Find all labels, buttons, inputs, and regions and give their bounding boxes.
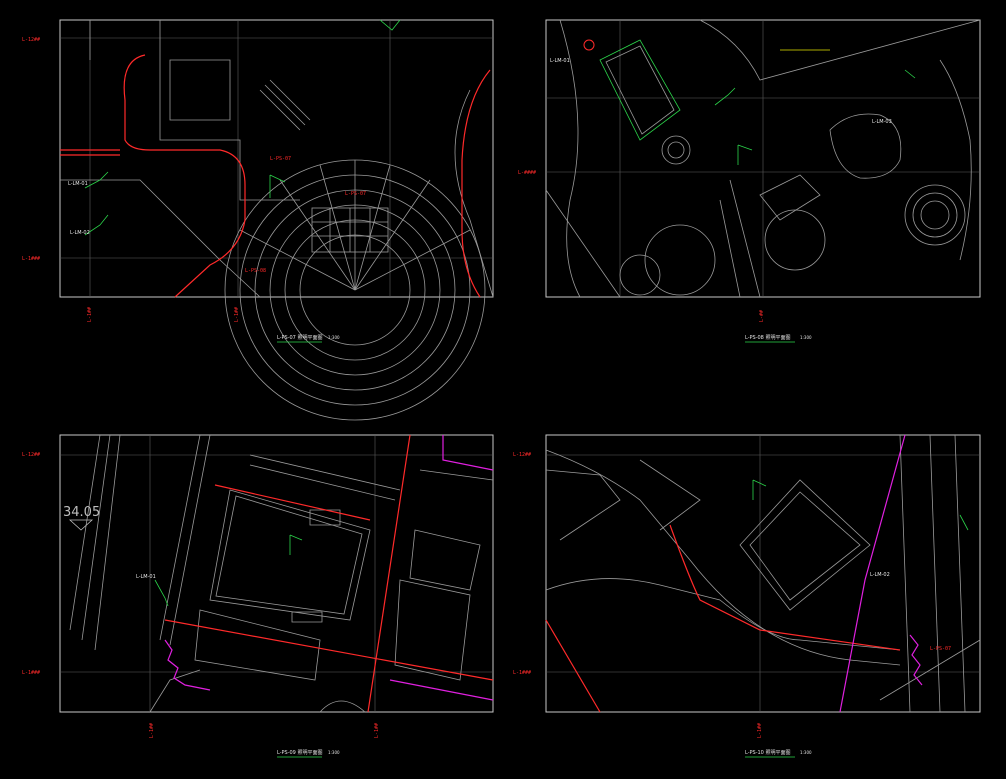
red-tag: L-PS-07 — [345, 191, 366, 197]
red-tag: L-PS-07 — [930, 646, 951, 652]
grid-tag-bottom: L-#### — [518, 170, 536, 176]
grid-tag-bottom: L-1### — [22, 256, 40, 262]
annotation-text: L-LM-01 — [68, 181, 88, 187]
panel-title: L-PS-07 照明平面图 — [277, 335, 322, 341]
panel-title: L-PS-10 照明平面图 — [745, 750, 790, 756]
annotation-text: L-LM-01 — [136, 574, 156, 580]
grid-tag-top: L-12## — [513, 452, 531, 458]
panel-title: L-PS-08 照明平面图 — [745, 335, 790, 341]
red-tag: L-PS-08 — [245, 268, 266, 274]
cad-drawing-canvas: L-PS-07 L-PS-07 L-PS-08 L-LM-01 L-LM-02 … — [0, 0, 1006, 779]
panel-scale: 1:300 — [800, 750, 812, 755]
axis-tag-below: L-1## — [234, 307, 240, 322]
axis-tag-below: L-1## — [374, 723, 380, 738]
axis-tag-below: L-1## — [87, 307, 93, 322]
axis-tag-below: L-1## — [757, 723, 763, 738]
red-tag: L-PS-07 — [270, 156, 291, 162]
grid-tag-bottom: L-1### — [513, 670, 531, 676]
annotation-text: L-LM-03 — [872, 119, 892, 125]
grid-tag-top: L-12## — [22, 452, 40, 458]
drawing-background — [0, 0, 1006, 779]
annotation-text: L-LM-01 — [550, 58, 570, 64]
axis-tag-below: L-1## — [149, 723, 155, 738]
annotation-text: L-LM-02 — [70, 230, 90, 236]
panel-scale: 1:300 — [328, 335, 340, 340]
panel-scale: 1:300 — [800, 335, 812, 340]
panel-scale: 1:300 — [328, 750, 340, 755]
axis-tag-below: L-## — [759, 310, 765, 322]
elevation-value: 34.05 — [63, 505, 100, 520]
annotation-text: L-LM-02 — [870, 572, 890, 578]
grid-tag-top: L-12## — [22, 37, 40, 43]
panel-title: L-PS-09 照明平面图 — [277, 750, 322, 756]
grid-tag-bottom: L-1### — [22, 670, 40, 676]
